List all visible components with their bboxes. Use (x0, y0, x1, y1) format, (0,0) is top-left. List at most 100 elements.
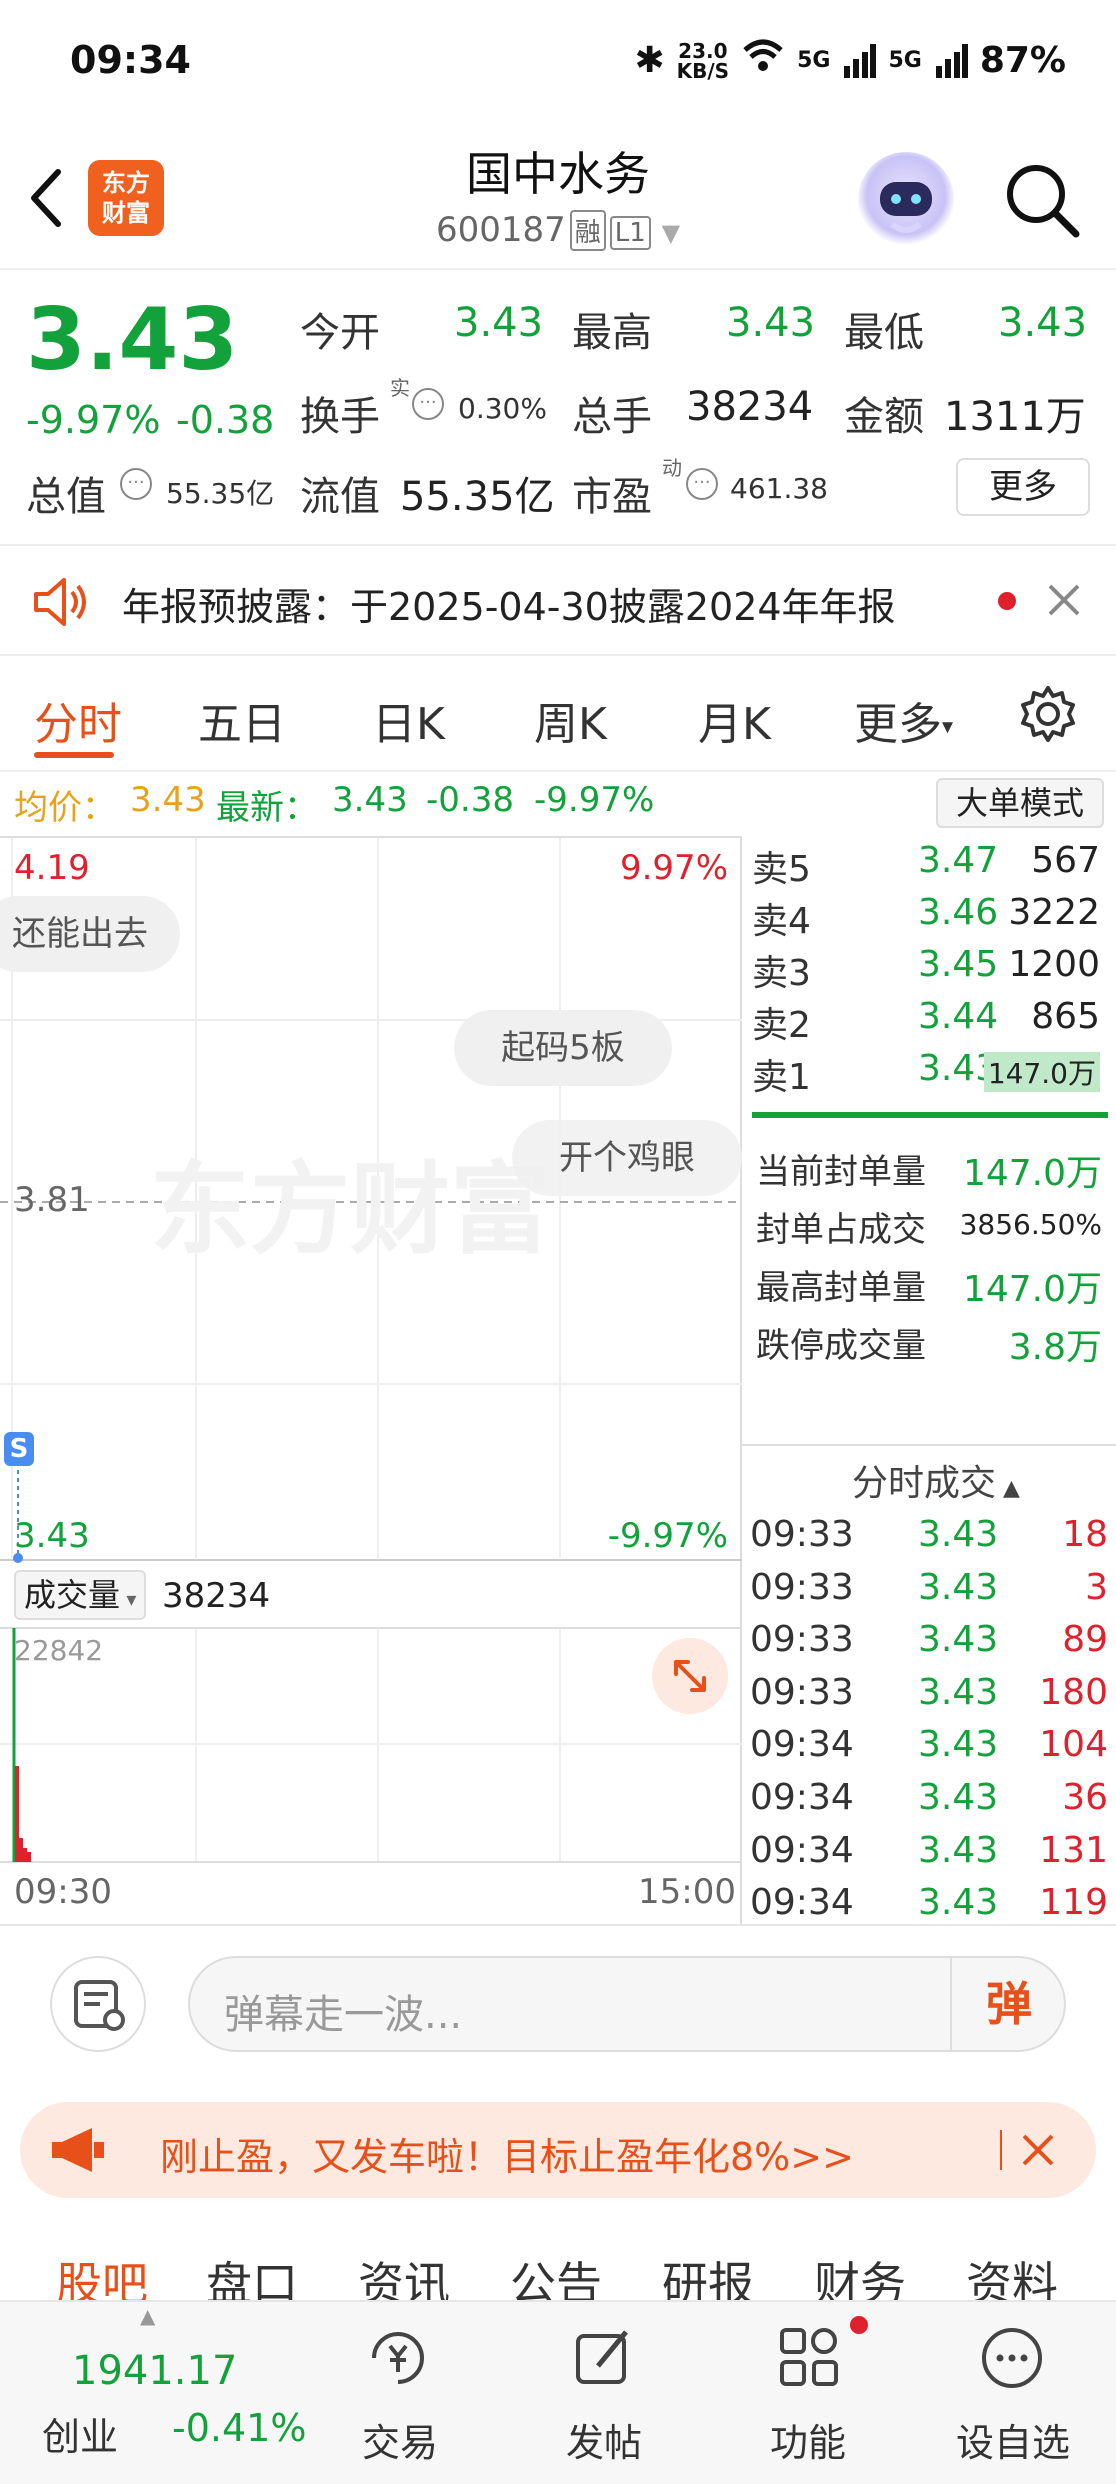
notice-bar[interactable]: 年报预披露：于2025-04-30披露2024年年报 (0, 544, 1116, 656)
orderbook-qty: 865 (1031, 996, 1100, 1037)
seal-stat-label: 封单占成交 (756, 1210, 926, 1250)
turnover-label: 换手 (300, 394, 380, 440)
pct-change: -9.97% (26, 398, 161, 442)
post-icon[interactable] (568, 2322, 640, 2398)
close-icon[interactable] (1044, 580, 1084, 624)
watermark: 东方财富 (150, 1151, 550, 1268)
expand-icon[interactable] (652, 1638, 728, 1714)
high-label: 最高 (572, 310, 652, 356)
float-label: 流值 (300, 474, 380, 520)
s-marker[interactable]: S (4, 1432, 34, 1466)
info-icon[interactable]: ··· (412, 388, 444, 420)
book-separator (752, 1112, 1108, 1118)
danmu-pill[interactable]: 开个鸡眼 (512, 1120, 742, 1196)
danmu-pill[interactable]: 起码5板 (454, 1010, 672, 1086)
tick-time: 09:34 (750, 1777, 854, 1818)
tick-time: 09:34 (750, 1829, 854, 1871)
caret-up-icon[interactable]: ▲ (140, 2304, 155, 2328)
caret-down-icon: ▾ (120, 1587, 137, 1611)
intraday-chart[interactable]: 东方财富 4.19 9.97% 3.81 3.43 -9.97% S 还能出去 … (0, 836, 742, 1926)
tick-qty: 18 (1062, 1514, 1108, 1555)
tick-qty: 3 (1085, 1566, 1108, 1608)
ticks-title[interactable]: 分时成交 ▲ (852, 1454, 1020, 1506)
more-button[interactable]: 更多 (956, 458, 1090, 516)
battery-level: 87% (979, 40, 1066, 81)
settings-gear-icon[interactable] (1018, 684, 1078, 748)
close-icon[interactable] (1018, 2130, 1058, 2174)
tick-time: 09:33 (750, 1671, 854, 1713)
tab-five-day[interactable]: 五日 (198, 688, 286, 752)
time-start: 09:30 (14, 1872, 112, 1912)
pe-sup: 动 (662, 456, 682, 480)
index-value[interactable]: 1941.17 (72, 2348, 237, 2394)
tick-row: 09:34 3.43 36 (750, 1777, 1108, 1825)
signal-2-label: 5G (888, 48, 922, 73)
comment-settings-icon[interactable] (50, 1956, 146, 2052)
latest-value: 3.43 (332, 780, 408, 820)
avg-label: 均价： (14, 788, 116, 828)
orderbook-qty: 3222 (1008, 892, 1100, 933)
pe-label: 市盈 (572, 474, 652, 520)
stock-code: 600187 (435, 210, 566, 250)
dropdown-icon[interactable]: ▼ (662, 219, 680, 247)
tick-qty: 180 (1039, 1671, 1108, 1713)
indicator-selector[interactable]: 成交量 ▾ (14, 1570, 147, 1620)
nav-function[interactable]: 功能 (770, 2412, 846, 2467)
danmu-send-button[interactable]: 弹 (950, 1956, 1066, 2052)
nav-add-watchlist[interactable]: 设自选 (956, 2412, 1070, 2467)
orderbook-row[interactable]: 卖5 3.47 567 (752, 840, 1108, 890)
open-label: 今开 (300, 310, 380, 356)
divider (1000, 2130, 1002, 2170)
tick-time: 09:33 (750, 1566, 854, 1608)
float-value: 55.35亿 (400, 474, 555, 520)
orderbook-row[interactable]: 卖1 3.43 147.0万 (752, 1048, 1108, 1098)
orderbook-qty: 1200 (1008, 944, 1100, 985)
orderbook-row[interactable]: 卖3 3.45 1200 (752, 944, 1108, 994)
index-pct[interactable]: -0.41% (172, 2406, 306, 2450)
tick-price: 3.43 (918, 1829, 999, 1871)
seal-stat-value: 147.0万 (962, 1269, 1102, 1310)
orderbook-row[interactable]: 卖4 3.46 3222 (752, 892, 1108, 942)
tick-time: 09:34 (750, 1882, 854, 1924)
big-order-mode-button[interactable]: 大单模式 (936, 778, 1104, 828)
tick-row: 09:34 3.43 131 (750, 1830, 1108, 1878)
megaphone-icon (48, 2124, 108, 2180)
net-speed-unit: KB/S (676, 58, 730, 83)
seal-stat-value: 3856.50% (959, 1208, 1102, 1241)
tab-more[interactable]: 更多▾ (854, 688, 953, 752)
orderbook-level: 卖2 (752, 1005, 811, 1046)
info-icon[interactable]: ··· (686, 468, 718, 500)
margin-badge: 融 (569, 210, 606, 251)
high-value: 3.43 (726, 300, 816, 346)
tab-daily-k[interactable]: 日K (372, 688, 445, 752)
index-name[interactable]: 创业 (42, 2406, 118, 2461)
mktcap-label: 总值 (26, 474, 106, 520)
latest-pct: -9.97% (534, 780, 655, 820)
add-watchlist-icon[interactable] (976, 2322, 1048, 2398)
assistant-avatar[interactable] (858, 152, 954, 248)
danmu-pill[interactable]: 还能出去 (0, 896, 180, 972)
function-grid-icon[interactable] (774, 2322, 846, 2398)
tick-row: 09:33 3.43 180 (750, 1672, 1108, 1720)
seal-stat-row: 当前封单量 147.0万 (756, 1144, 1108, 1194)
status-icons: ✱ 23.0 KB/S 5G 5G 87% (634, 38, 1066, 83)
turnover-sup: 实 (390, 376, 410, 400)
danmu-placeholder: 弹幕走一波... (224, 1992, 463, 2038)
chart-grid (0, 838, 742, 1863)
nav-post[interactable]: 发帖 (566, 2412, 642, 2467)
tab-weekly-k[interactable]: 周K (534, 688, 607, 752)
nav-trade[interactable]: 交易 (362, 2412, 438, 2467)
caret-down-icon: ▾ (942, 714, 954, 740)
trade-icon[interactable] (362, 2322, 434, 2398)
search-icon[interactable] (1000, 158, 1084, 242)
latest-label: 最新： (216, 788, 318, 828)
orderbook-row[interactable]: 卖2 3.44 865 (752, 996, 1108, 1046)
info-icon[interactable]: ··· (120, 468, 152, 500)
pe-value: 461.38 (730, 472, 828, 505)
orderbook-price: 3.47 (918, 840, 999, 881)
tab-intraday[interactable]: 分时 (34, 688, 122, 752)
tab-monthly-k[interactable]: 月K (698, 688, 771, 752)
open-value: 3.43 (454, 300, 544, 346)
orderbook-level: 卖4 (752, 901, 811, 942)
tick-row: 09:33 3.43 18 (750, 1514, 1108, 1562)
